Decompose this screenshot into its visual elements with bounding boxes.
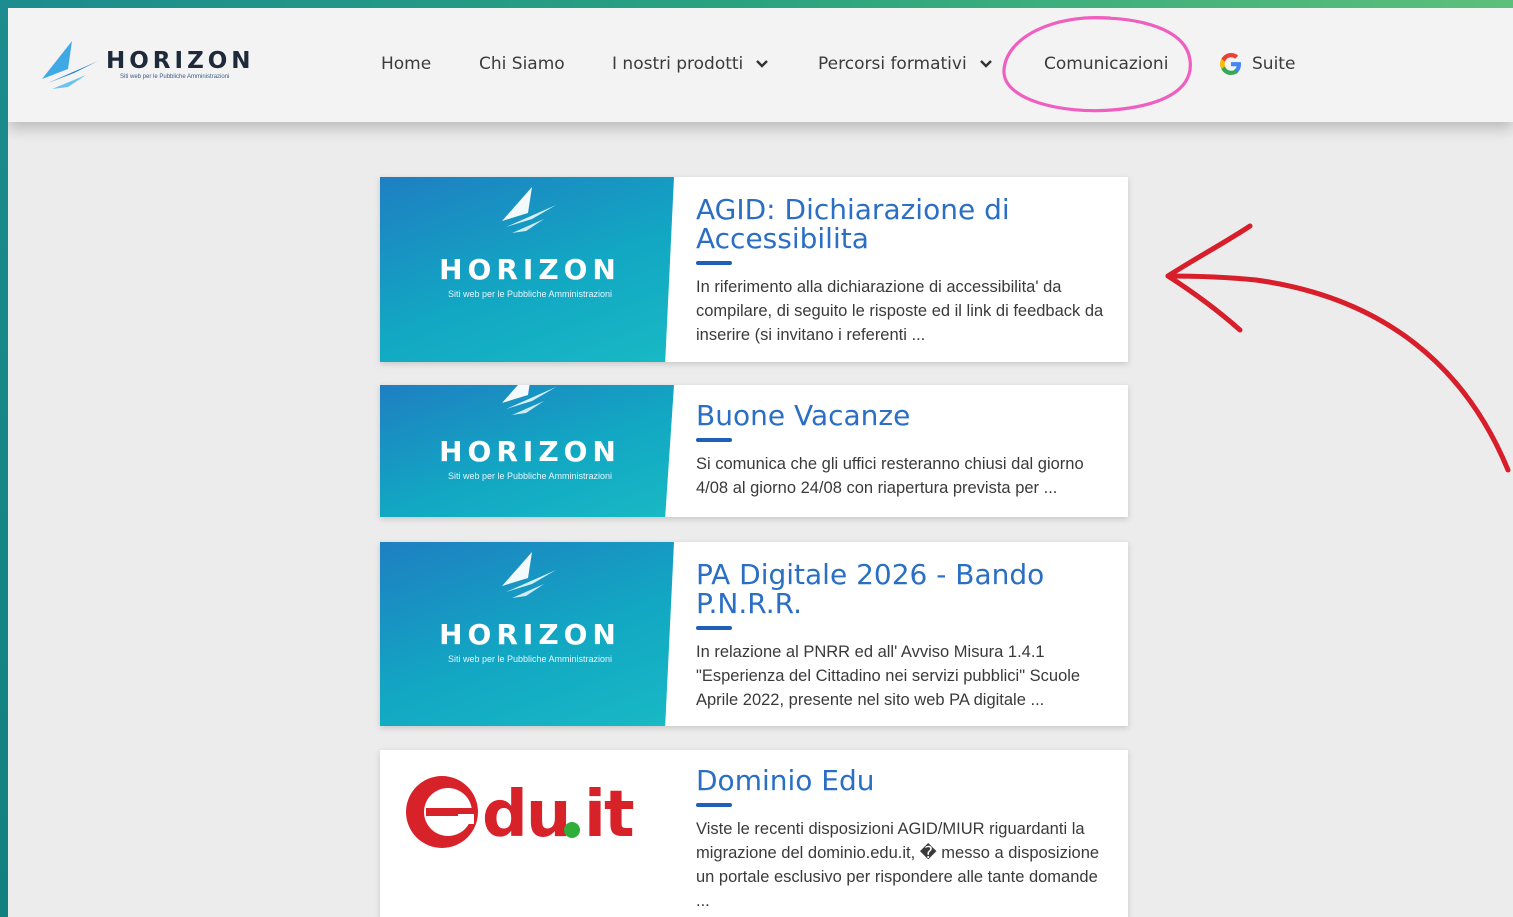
- nav-prodotti[interactable]: I nostri prodotti: [612, 52, 769, 76]
- news-card[interactable]: du it Dominio Edu Viste le recenti dispo…: [380, 750, 1128, 917]
- card-excerpt: Si comunica che gli uffici resteranno ch…: [696, 455, 1084, 497]
- horizon-bird-icon: [502, 385, 556, 415]
- horizon-bird-icon: [502, 187, 556, 233]
- frame-left-border: [0, 0, 8, 917]
- title-underline: [696, 261, 732, 265]
- nav-chi-siamo-label: Chi Siamo: [479, 54, 565, 74]
- card-title[interactable]: PA Digitale 2026 - Bando P.N.R.R.: [696, 560, 1116, 618]
- google-g-icon: [1220, 53, 1241, 75]
- site-header: HORIZON Siti web per le Pubbliche Ammini…: [8, 8, 1513, 122]
- red-arrow-annotation: [1165, 223, 1511, 473]
- thumbnail-tagline: Siti web per le Pubbliche Amministrazion…: [447, 471, 613, 481]
- nav-prodotti-label: I nostri prodotti: [612, 54, 744, 74]
- nav-comunicazioni-label: Comunicazioni: [1044, 54, 1169, 74]
- nav-chi-siamo[interactable]: Chi Siamo: [479, 52, 565, 76]
- card-thumbnail: HORIZON Siti web per le Pubbliche Ammini…: [380, 385, 674, 517]
- nav-home-label: Home: [381, 54, 432, 74]
- card-excerpt: In relazione al PNRR ed all' Avviso Misu…: [696, 643, 1081, 709]
- news-card[interactable]: HORIZON Siti web per le Pubbliche Ammini…: [380, 177, 1128, 362]
- thumbnail-tagline: Siti web per le Pubbliche Amministrazion…: [447, 289, 613, 299]
- chevron-down-icon: [756, 60, 769, 68]
- svg-text:it: it: [584, 778, 634, 852]
- title-underline: [696, 626, 732, 630]
- card-title[interactable]: Dominio Edu: [696, 766, 1116, 795]
- nav-gsuite[interactable]: Suite: [1218, 52, 1295, 76]
- frame-top-border: [0, 0, 1513, 8]
- horizon-bird-icon: [502, 552, 556, 598]
- svg-text:du: du: [482, 778, 569, 852]
- card-title[interactable]: Buone Vacanze: [696, 401, 1116, 430]
- nav-comunicazioni[interactable]: Comunicazioni: [1044, 52, 1168, 76]
- card-title[interactable]: AGID: Dichiarazione di Accessibilita: [696, 195, 1116, 253]
- news-card[interactable]: HORIZON Siti web per le Pubbliche Ammini…: [380, 542, 1128, 726]
- browser-page: HORIZON Siti web per le Pubbliche Ammini…: [8, 8, 1513, 917]
- chevron-down-icon: [979, 60, 992, 68]
- nav-percorsi-label: Percorsi formativi: [818, 54, 967, 74]
- nav-percorsi-formativi[interactable]: Percorsi formativi: [818, 52, 993, 76]
- site-logo[interactable]: HORIZON Siti web per le Pubbliche Ammini…: [38, 34, 268, 96]
- title-underline: [696, 803, 732, 807]
- logo-wordmark: HORIZON: [106, 48, 255, 74]
- horizon-bird-icon: [42, 41, 98, 89]
- nav-home[interactable]: Home: [381, 52, 431, 76]
- title-underline: [696, 438, 732, 442]
- thumbnail-brand: HORIZON: [439, 618, 621, 651]
- news-card[interactable]: HORIZON Siti web per le Pubbliche Ammini…: [380, 385, 1128, 517]
- edu-it-logo: du it: [406, 776, 636, 852]
- nav-gsuite-label: Suite: [1252, 54, 1296, 74]
- thumbnail-brand: HORIZON: [439, 253, 621, 286]
- thumbnail-brand: HORIZON: [439, 435, 621, 468]
- thumbnail-tagline: Siti web per le Pubbliche Amministrazion…: [447, 654, 613, 664]
- logo-tagline: Siti web per le Pubbliche Amministrazion…: [120, 74, 230, 80]
- card-thumbnail: HORIZON Siti web per le Pubbliche Ammini…: [380, 542, 674, 726]
- card-excerpt: In riferimento alla dichiarazione di acc…: [696, 278, 1104, 344]
- card-excerpt: Viste le recenti disposizioni AGID/MIUR …: [696, 820, 1100, 910]
- card-thumbnail: du it: [380, 750, 674, 917]
- card-thumbnail: HORIZON Siti web per le Pubbliche Ammini…: [380, 177, 674, 362]
